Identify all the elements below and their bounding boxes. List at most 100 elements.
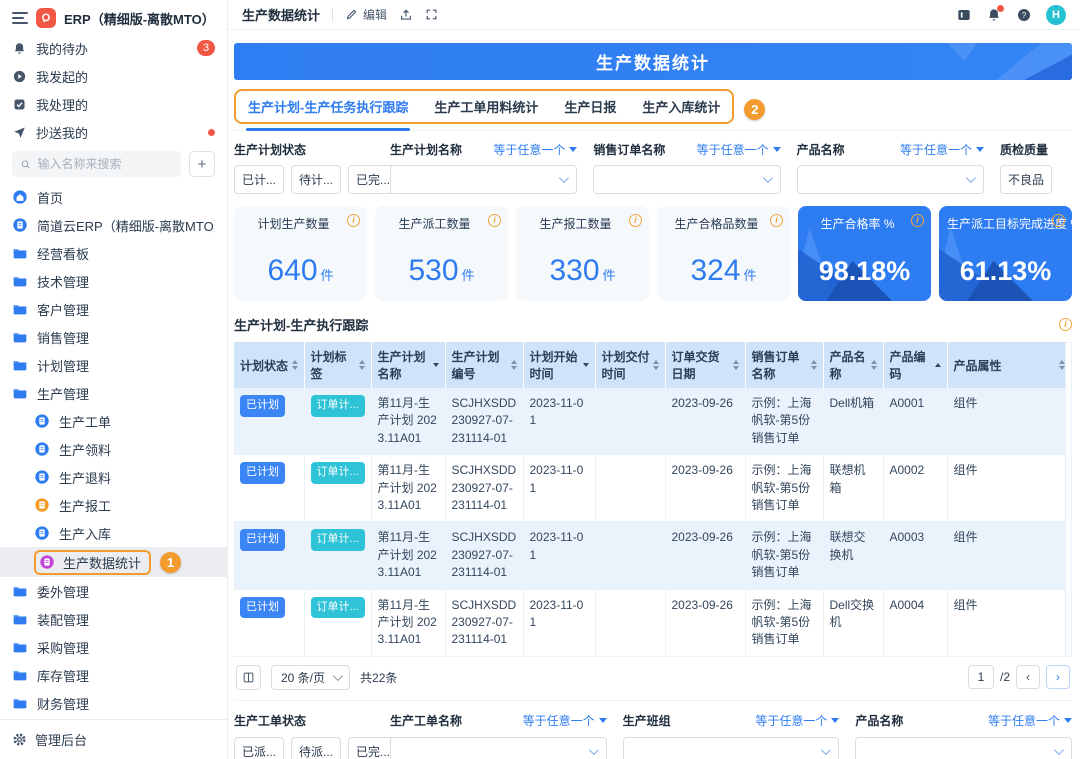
help-button[interactable]: ? (1016, 7, 1032, 23)
workorder-filters: 生产工单状态 已派... 待派... 已完... 生产工单名称 等于任意一个 生… (234, 713, 1072, 759)
table-row[interactable]: 已计划 订单计... 第11月-生产计划 2023.11A01 SCJHXSDD… (234, 522, 1072, 589)
fullscreen-button[interactable] (425, 8, 438, 21)
folder-icon (12, 245, 28, 261)
tab-plan-task-tracking[interactable]: 生产计划-生产任务执行跟踪 (248, 97, 408, 116)
sidebar-item-outsourcing[interactable]: 委外管理 (0, 577, 227, 605)
sidebar-item-customer[interactable]: 客户管理 (0, 295, 227, 323)
table-row[interactable]: 已计划 订单计... 第11月-生产计划 2023.11A01 SCJHXSDD… (234, 589, 1072, 656)
sidebar-item-prod-return[interactable]: 生产退料 (0, 463, 227, 491)
col-product-attr[interactable]: 产品属性 (947, 342, 1072, 388)
col-plan-no[interactable]: 生产计划编号 (445, 342, 523, 388)
filter-chip-pending-dispatch[interactable]: 待派... (291, 737, 341, 759)
sidebar-item-inventory[interactable]: 库存管理 (0, 661, 227, 689)
filter-chip-planned[interactable]: 已计... (234, 165, 284, 194)
filter-chip-pending[interactable]: 待计... (291, 165, 341, 194)
col-order-name[interactable]: 销售订单名称 (745, 342, 823, 388)
doc-circle-icon-orange (34, 497, 50, 513)
condition-selector[interactable]: 等于任意一个 (493, 141, 577, 158)
hamburger-menu-icon[interactable] (12, 12, 28, 24)
sidebar-item-cc[interactable]: 抄送我的 (0, 118, 227, 146)
sidebar-item-plan[interactable]: 计划管理 (0, 351, 227, 379)
filter-chip-defective[interactable]: 不良品 (1000, 165, 1052, 194)
filter-chip-dispatched[interactable]: 已派... (234, 737, 284, 759)
sidebar-item-assembly[interactable]: 装配管理 (0, 605, 227, 633)
product-name-select[interactable] (797, 165, 984, 194)
col-product-name[interactable]: 产品名称 (823, 342, 883, 388)
sidebar-item-purchase[interactable]: 采购管理 (0, 633, 227, 661)
avatar[interactable]: H (1046, 5, 1066, 25)
sidebar-item-boards[interactable]: 经营看板 (0, 239, 227, 267)
col-plan-name[interactable]: 生产计划名称 (371, 342, 445, 388)
condition-selector[interactable]: 等于任意一个 (697, 141, 781, 158)
sidebar-item-sales[interactable]: 销售管理 (0, 323, 227, 351)
add-button[interactable]: + (189, 151, 215, 177)
panel-toggle-button[interactable] (956, 7, 972, 23)
column-settings-button[interactable] (236, 665, 261, 690)
sidebar-item-prod-inbound[interactable]: 生产入库 (0, 519, 227, 547)
plan-name-select[interactable] (390, 165, 577, 194)
sidebar-item-todo[interactable]: 我的待办 3 (0, 34, 227, 62)
share-button[interactable] (399, 8, 413, 22)
info-icon[interactable]: i (347, 214, 360, 227)
info-icon[interactable]: i (770, 214, 783, 227)
col-plan-status[interactable]: 计划状态 (234, 342, 304, 388)
order-name-select[interactable] (593, 165, 780, 194)
info-icon[interactable]: i (911, 214, 924, 227)
page-number-input[interactable]: 1 (968, 665, 994, 689)
banner-title: 生产数据统计 (596, 49, 710, 74)
annotation-badge-2: 2 (744, 99, 765, 120)
prev-page-button[interactable]: ‹ (1016, 665, 1040, 689)
sidebar-item-label: 财务管理 (37, 694, 215, 713)
chevron-down-icon (763, 173, 773, 183)
search-input[interactable] (38, 157, 173, 171)
col-order-date[interactable]: 订单交货日期 (665, 342, 745, 388)
condition-selector[interactable]: 等于任意一个 (523, 712, 607, 729)
tab-workorder-material-stats[interactable]: 生产工单用料统计 (434, 97, 538, 116)
filter-label: 销售订单名称 (593, 141, 665, 158)
chevron-down-icon (559, 173, 569, 183)
col-plan-tag[interactable]: 计划标签 (304, 342, 371, 388)
condition-selector[interactable]: 等于任意一个 (900, 141, 984, 158)
workorder-name-select[interactable] (390, 737, 607, 759)
topbar-right: ? H (956, 5, 1066, 25)
tab-inbound-stats[interactable]: 生产入库统计 (642, 97, 720, 116)
sidebar-item-processed[interactable]: 我处理的 (0, 90, 227, 118)
sidebar-item-production[interactable]: 生产管理 (0, 379, 227, 407)
info-icon[interactable]: i (488, 214, 501, 227)
col-plan-deliver[interactable]: 计划交付时间 (595, 342, 665, 388)
annotation-box-2: 生产计划-生产任务执行跟踪 生产工单用料统计 生产日报 生产入库统计 (234, 89, 734, 124)
edit-button[interactable]: 编辑 (345, 6, 387, 23)
sidebar-admin-footer[interactable]: 管理后台 (0, 719, 227, 759)
col-plan-start[interactable]: 计划开始时间 (523, 342, 595, 388)
gear-icon (12, 732, 27, 747)
sidebar-item-prod-report[interactable]: 生产报工 (0, 491, 227, 519)
table-scrollbar[interactable] (1065, 342, 1072, 657)
tab-daily-report[interactable]: 生产日报 (564, 97, 616, 116)
info-icon[interactable]: i (629, 214, 642, 227)
sidebar-item-prod-picking[interactable]: 生产领料 (0, 435, 227, 463)
condition-selector[interactable]: 等于任意一个 (988, 712, 1072, 729)
sidebar-item-label: 简道云ERP（精细版-离散MTO）「... (37, 216, 215, 235)
product-name-select-2[interactable] (855, 737, 1072, 759)
sidebar-item-jdy-erp[interactable]: 简道云ERP（精细版-离散MTO）「... (0, 211, 227, 239)
chevron-down-icon (821, 745, 831, 755)
team-select[interactable] (623, 737, 840, 759)
sidebar-item-prod-workorder[interactable]: 生产工单 (0, 407, 227, 435)
sidebar-item-started[interactable]: 我发起的 (0, 62, 227, 90)
page-size-select[interactable]: 20 条/页 (271, 665, 350, 690)
folder-open-icon (12, 385, 28, 401)
sidebar-item-home[interactable]: 首页 (0, 183, 227, 211)
sidebar-item-prod-stats[interactable]: 生产数据统计 1 (0, 547, 227, 577)
col-product-code[interactable]: 产品编码 (883, 342, 947, 388)
sidebar-search[interactable] (12, 151, 181, 177)
info-icon[interactable]: i (1052, 214, 1065, 227)
sidebar-item-tech[interactable]: 技术管理 (0, 267, 227, 295)
sidebar-item-finance[interactable]: 财务管理 (0, 689, 227, 717)
table-row[interactable]: 已计划 订单计... 第11月-生产计划 2023.11A01 SCJHXSDD… (234, 388, 1072, 455)
info-icon[interactable]: i (1059, 318, 1072, 331)
table-row[interactable]: 已计划 订单计... 第11月-生产计划 2023.11A01 SCJHXSDD… (234, 455, 1072, 522)
chevron-down-icon (1054, 745, 1064, 755)
next-page-button[interactable]: › (1046, 665, 1070, 689)
notifications-button[interactable] (986, 7, 1002, 23)
condition-selector[interactable]: 等于任意一个 (755, 712, 839, 729)
